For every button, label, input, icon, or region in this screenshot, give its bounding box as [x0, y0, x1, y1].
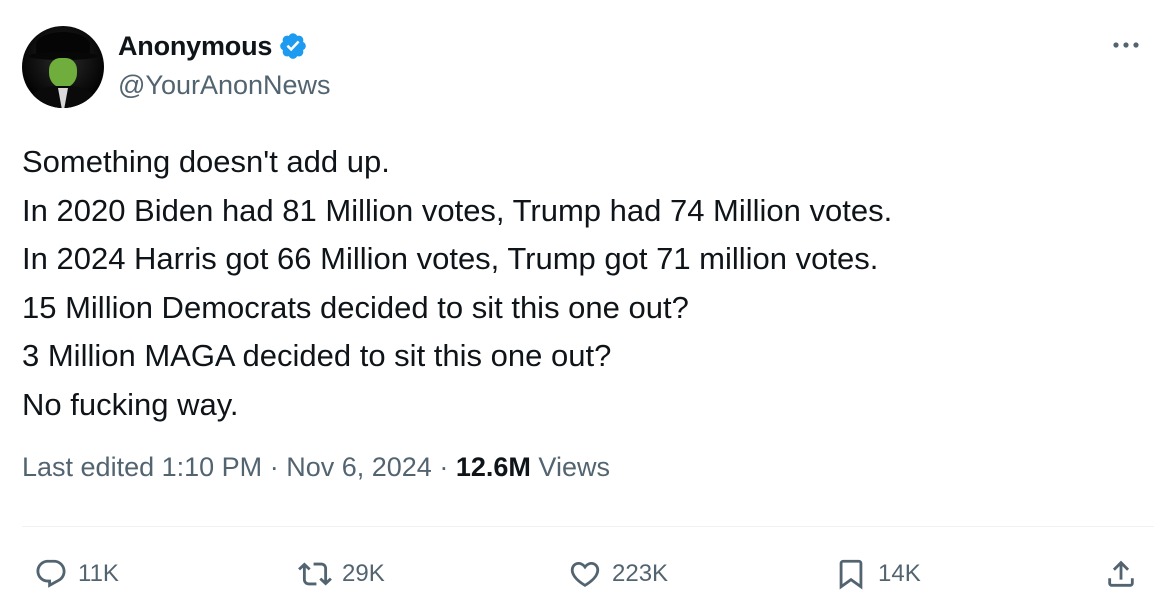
- repost-arrows-icon: [298, 562, 332, 586]
- author-display-name[interactable]: Anonymous: [118, 31, 272, 62]
- author-name-row: Anonymous: [118, 28, 308, 64]
- tweet-line: In 2024 Harris got 66 Million votes, Tru…: [22, 241, 879, 276]
- tweet-line: 3 Million MAGA decided to sit this one o…: [22, 338, 612, 373]
- tweet-date[interactable]: Nov 6, 2024: [286, 452, 432, 482]
- reply-count: 11K: [78, 560, 119, 587]
- tweet-line: In 2020 Biden had 81 Million votes, Trum…: [22, 192, 893, 228]
- divider: [22, 526, 1154, 527]
- edited-label[interactable]: Last edited: [22, 452, 154, 482]
- bookmark-count: 14K: [878, 560, 921, 587]
- tweet-time[interactable]: 1:10 PM: [162, 452, 263, 482]
- repost-count: 29K: [342, 560, 385, 587]
- meta-separator: ·: [269, 452, 279, 482]
- views-label[interactable]: Views: [538, 452, 610, 482]
- tweet-card: Anonymous @YourAnonNews Something doesn'…: [0, 0, 1168, 616]
- bookmark-icon: [839, 559, 863, 590]
- avatar[interactable]: [22, 26, 104, 108]
- share-button[interactable]: [1104, 552, 1138, 596]
- meta-separator: ·: [439, 452, 449, 482]
- like-count: 223K: [612, 560, 669, 587]
- repost-button[interactable]: 29K: [298, 552, 385, 596]
- tweet-line: Something doesn't add up.: [22, 144, 390, 179]
- bookmark-button[interactable]: 14K: [834, 552, 921, 596]
- heart-icon: [570, 561, 600, 587]
- reply-bubble-icon: [36, 559, 66, 588]
- tweet-text: Something doesn't add up. In 2020 Biden …: [22, 138, 1142, 429]
- tweet-meta: Last edited 1:10 PM · Nov 6, 2024 · 12.6…: [22, 452, 610, 483]
- reply-button[interactable]: 11K: [34, 552, 119, 596]
- tweet-line: 15 Million Democrats decided to sit this…: [22, 289, 689, 325]
- tweet-line: No fucking way.: [22, 386, 239, 422]
- share-upload-icon: [1108, 560, 1134, 587]
- more-horizontal-icon[interactable]: [1108, 30, 1144, 60]
- like-button[interactable]: 223K: [568, 552, 668, 596]
- author-handle[interactable]: @YourAnonNews: [118, 70, 331, 101]
- views-count[interactable]: 12.6M: [456, 452, 531, 482]
- verified-badge-icon: [280, 33, 307, 59]
